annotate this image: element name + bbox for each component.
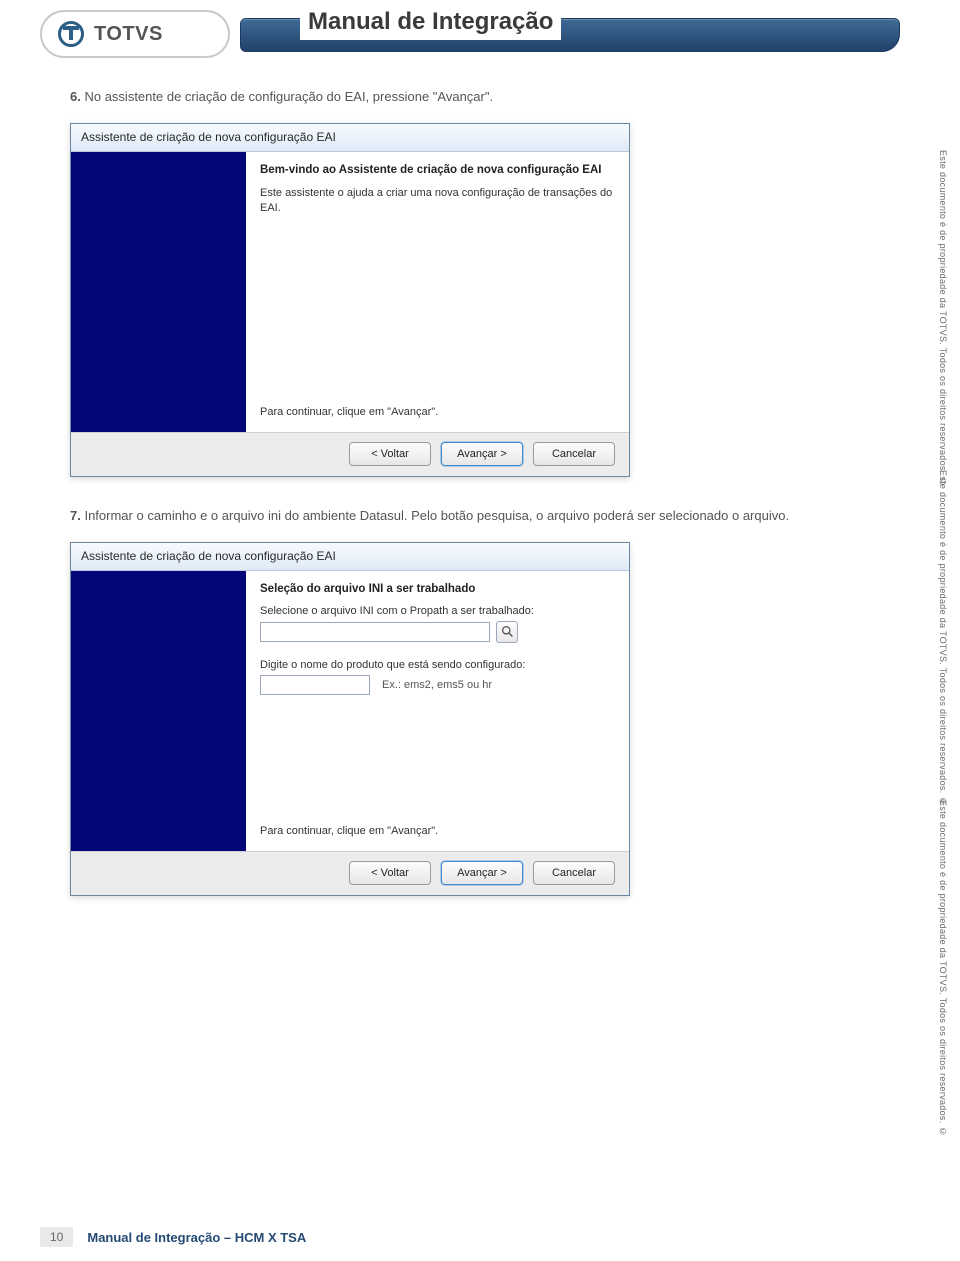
page-number: 10	[40, 1227, 73, 1247]
footer-title: Manual de Integração – HCM X TSA	[87, 1230, 306, 1245]
cancel-button[interactable]: Cancelar	[533, 861, 615, 885]
magnifier-icon	[501, 625, 514, 638]
document-header: TOTVS Manual de Integração	[70, 10, 900, 58]
ini-file-input[interactable]	[260, 622, 490, 642]
next-button[interactable]: Avançar >	[441, 442, 523, 466]
product-name-label: Digite o nome do produto que está sendo …	[260, 659, 613, 671]
wizard-sidebar-image	[71, 571, 246, 851]
totvs-logo-icon	[56, 19, 86, 49]
product-name-input[interactable]	[260, 675, 370, 695]
step-body: Informar o caminho e o arquivo ini do am…	[84, 508, 789, 523]
wizard-ini-heading: Seleção do arquivo INI a ser trabalhado	[260, 583, 613, 595]
step-6-text: 6. No assistente de criação de configura…	[70, 88, 900, 107]
proprietary-notice: Este documento é de propriedade da TOTVS…	[924, 470, 948, 807]
logo-pill: TOTVS	[40, 10, 230, 58]
cancel-button[interactable]: Cancelar	[533, 442, 615, 466]
wizard-welcome-heading: Bem-vindo ao Assistente de criação de no…	[260, 164, 613, 176]
window-title: Assistente de criação de nova configuraç…	[71, 543, 629, 571]
wizard-window-welcome: Assistente de criação de nova configuraç…	[70, 123, 630, 477]
logo-text: TOTVS	[94, 23, 163, 46]
product-name-hint: Ex.: ems2, ems5 ou hr	[382, 679, 492, 691]
step-body: No assistente de criação de configuração…	[84, 89, 493, 104]
page-footer: 10 Manual de Integração – HCM X TSA	[0, 1227, 960, 1247]
step-7-text: 7. Informar o caminho e o arquivo ini do…	[70, 507, 900, 526]
proprietary-notice: Este documento é de propriedade da TOTVS…	[924, 800, 948, 1137]
wizard-button-row: < Voltar Avançar > Cancelar	[71, 432, 629, 476]
wizard-button-row: < Voltar Avançar > Cancelar	[71, 851, 629, 895]
wizard-window-ini: Assistente de criação de nova configuraç…	[70, 542, 630, 896]
wizard-continue-text: Para continuar, clique em "Avançar".	[260, 406, 613, 424]
wizard-continue-text: Para continuar, clique em "Avançar".	[260, 825, 613, 843]
back-button[interactable]: < Voltar	[349, 861, 431, 885]
wizard-sidebar-image	[71, 152, 246, 432]
wizard-welcome-text: Este assistente o ajuda a criar uma nova…	[260, 186, 613, 216]
window-title: Assistente de criação de nova configuraç…	[71, 124, 629, 152]
proprietary-notice: Este documento é de propriedade da TOTVS…	[924, 150, 948, 487]
document-title: Manual de Integração	[300, 8, 561, 40]
back-button[interactable]: < Voltar	[349, 442, 431, 466]
next-button[interactable]: Avançar >	[441, 861, 523, 885]
step-number: 7.	[70, 508, 81, 523]
step-number: 6.	[70, 89, 81, 104]
search-icon[interactable]	[496, 621, 518, 643]
ini-file-label: Selecione o arquivo INI com o Propath a …	[260, 605, 613, 617]
